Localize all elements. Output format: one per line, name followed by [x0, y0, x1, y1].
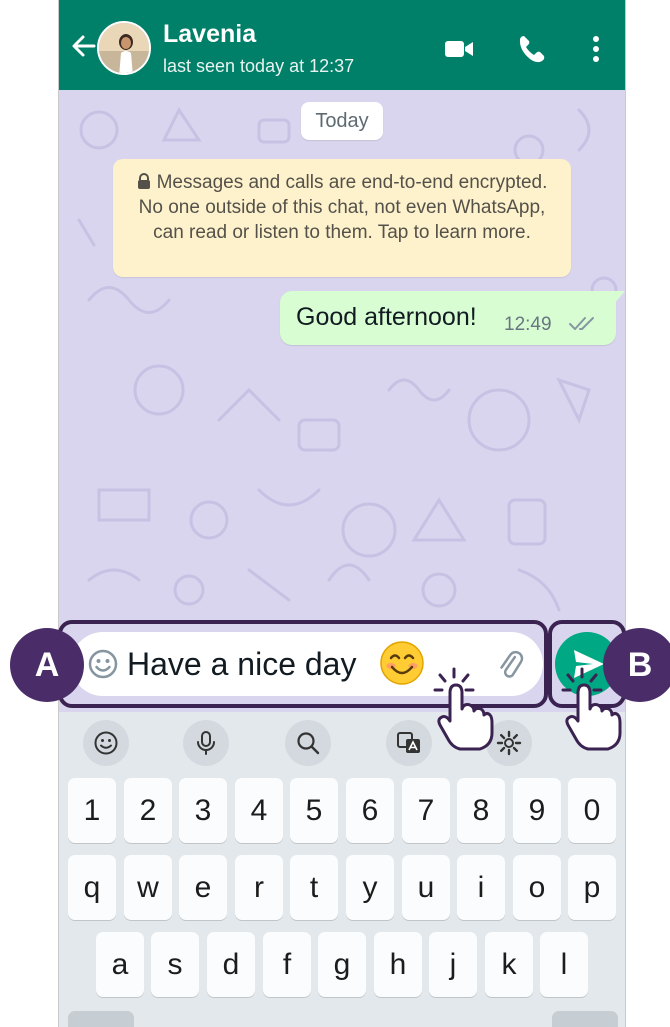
voice-call-icon[interactable] — [515, 32, 549, 66]
key-a[interactable]: a — [96, 932, 144, 997]
key-e[interactable]: e — [179, 855, 227, 920]
key-q[interactable]: q — [68, 855, 116, 920]
key-6[interactable]: 6 — [346, 778, 394, 843]
search-icon — [297, 732, 320, 755]
key-i[interactable]: i — [457, 855, 505, 920]
date-chip: Today — [301, 102, 383, 140]
chat-area[interactable]: Today Messages and calls are end-to-end … — [59, 90, 625, 620]
keyboard-emoji-button[interactable] — [83, 720, 129, 766]
key-8[interactable]: 8 — [457, 778, 505, 843]
keyboard: 1 2 3 4 5 6 7 8 9 0 q w e r t y u i o p … — [59, 770, 625, 1027]
microphone-icon — [197, 731, 215, 755]
key-u[interactable]: u — [402, 855, 450, 920]
video-call-icon[interactable] — [442, 32, 476, 66]
contact-avatar[interactable] — [97, 21, 151, 75]
keyboard-search-button[interactable] — [285, 720, 331, 766]
chat-header: Lavenia last seen today at 12:37 — [59, 0, 625, 90]
key-t[interactable]: t — [290, 855, 338, 920]
more-options-icon[interactable] — [579, 32, 613, 66]
key-0[interactable]: 0 — [568, 778, 616, 843]
encryption-notice-text: Messages and calls are end-to-end encryp… — [138, 172, 548, 243]
lock-icon — [137, 173, 150, 189]
translate-icon — [397, 732, 420, 753]
key-3[interactable]: 3 — [179, 778, 227, 843]
shift-key[interactable] — [68, 1011, 134, 1027]
key-5[interactable]: 5 — [290, 778, 338, 843]
keyboard-voice-button[interactable] — [183, 720, 229, 766]
tap-hand-icon — [561, 667, 622, 751]
key-1[interactable]: 1 — [68, 778, 116, 843]
key-4[interactable]: 4 — [235, 778, 283, 843]
key-k[interactable]: k — [485, 932, 533, 997]
phone-screen: Lavenia last seen today at 12:37 Today M… — [58, 0, 626, 1027]
encryption-notice[interactable]: Messages and calls are end-to-end encryp… — [113, 159, 571, 277]
key-o[interactable]: o — [513, 855, 561, 920]
key-l[interactable]: l — [540, 932, 588, 997]
key-7[interactable]: 7 — [402, 778, 450, 843]
last-seen-status: last seen today at 12:37 — [163, 56, 355, 76]
key-g[interactable]: g — [318, 932, 366, 997]
keyboard-translate-button[interactable] — [386, 720, 432, 766]
contact-name[interactable]: Lavenia — [163, 20, 256, 49]
backspace-key[interactable] — [552, 1011, 618, 1027]
key-s[interactable]: s — [151, 932, 199, 997]
key-2[interactable]: 2 — [124, 778, 172, 843]
emoji-icon — [94, 731, 118, 755]
outgoing-message-bubble[interactable]: Good afternoon! 12:49 — [280, 291, 625, 345]
key-y[interactable]: y — [346, 855, 394, 920]
key-j[interactable]: j — [429, 932, 477, 997]
key-h[interactable]: h — [374, 932, 422, 997]
key-r[interactable]: r — [235, 855, 283, 920]
key-f[interactable]: f — [263, 932, 311, 997]
gear-icon — [496, 730, 522, 756]
tap-hand-icon — [433, 667, 494, 751]
message-text: Good afternoon! — [296, 303, 477, 331]
read-ticks-icon — [569, 317, 594, 330]
key-w[interactable]: w — [124, 855, 172, 920]
key-9[interactable]: 9 — [513, 778, 561, 843]
key-p[interactable]: p — [568, 855, 616, 920]
message-time: 12:49 — [504, 314, 552, 335]
annotation-label-a: A — [10, 628, 84, 702]
keyboard-toolbar — [59, 712, 625, 770]
key-d[interactable]: d — [207, 932, 255, 997]
back-arrow-icon[interactable] — [67, 30, 99, 62]
bubble-tail — [613, 291, 625, 305]
